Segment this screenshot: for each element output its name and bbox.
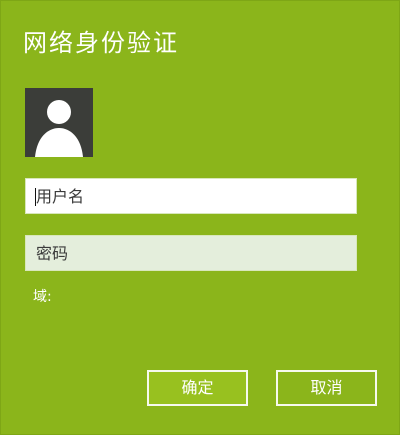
domain-label: 域: <box>33 289 52 305</box>
username-input[interactable] <box>25 178 357 214</box>
network-auth-dialog: 网络身份验证 域: 确定 取消 <box>0 0 400 435</box>
dialog-title: 网络身份验证 <box>23 29 179 57</box>
text-caret <box>35 188 36 206</box>
cancel-button[interactable]: 取消 <box>276 370 377 406</box>
user-avatar-icon <box>25 88 93 157</box>
password-input[interactable] <box>25 235 357 271</box>
ok-button[interactable]: 确定 <box>147 370 248 406</box>
